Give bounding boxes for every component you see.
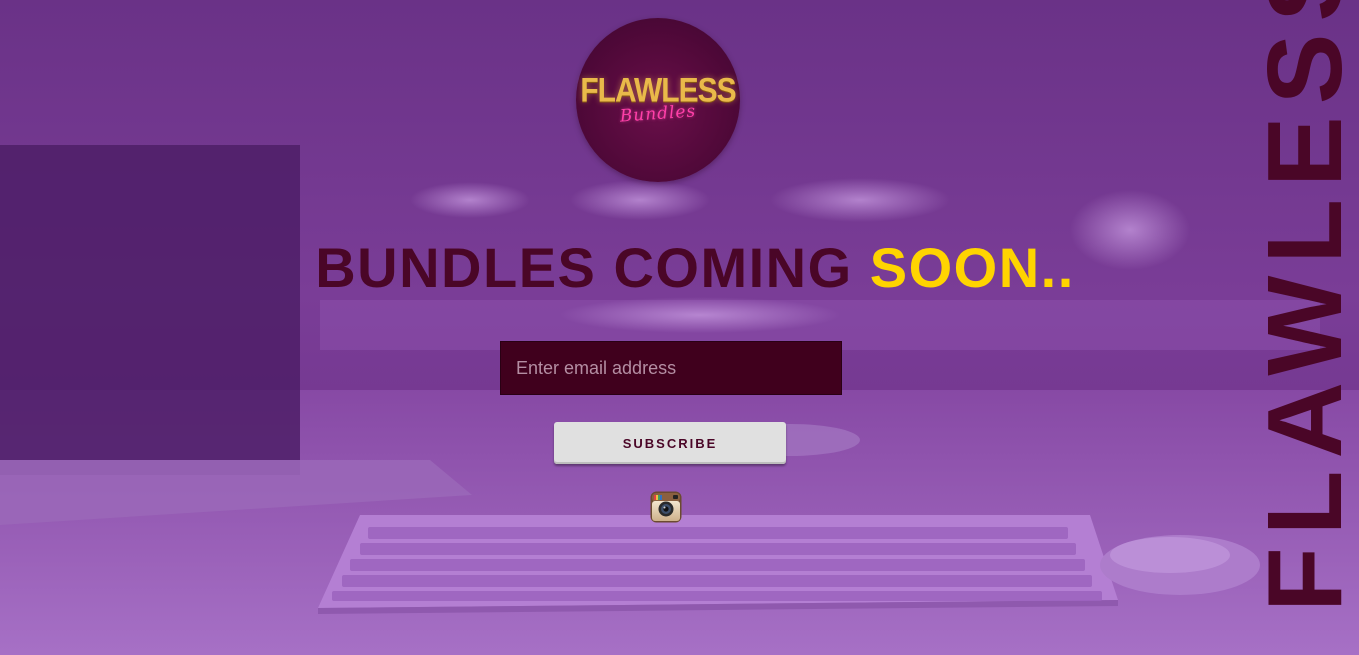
brand-logo[interactable]: FLAWLESS Bundles — [576, 18, 740, 182]
heading-accent: SOON.. — [869, 236, 1075, 299]
side-brand-word: FLAWLESS — [1246, 0, 1359, 612]
heading-main: BUNDLES COMING — [315, 236, 870, 299]
page-heading: BUNDLES COMING SOON.. — [0, 236, 1359, 300]
instagram-icon[interactable] — [650, 491, 682, 523]
email-field[interactable] — [500, 341, 842, 395]
subscribe-button[interactable]: SUBSCRIBE — [554, 422, 786, 464]
landing-page: FLAWLESS Bundles BUNDLES COMING SOON.. S… — [0, 0, 1359, 655]
